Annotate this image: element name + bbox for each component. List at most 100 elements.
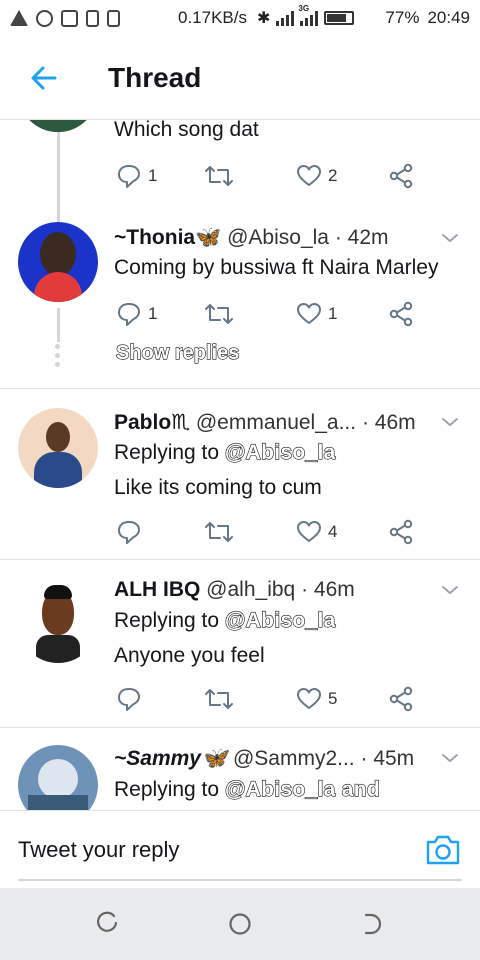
tweet-header: ~Thonia🦋 @Abiso_la · 42m [114, 226, 434, 250]
replying-to: Replying to @Abiso_la [114, 441, 460, 465]
show-replies-link[interactable]: Show replies [115, 341, 240, 365]
heart-icon [297, 303, 321, 324]
mention-link[interactable]: @Abiso_la [224, 441, 336, 465]
replying-prefix: Replying to [114, 609, 220, 632]
reply-icon [118, 521, 140, 544]
back-button[interactable] [20, 54, 68, 102]
input-underline [18, 879, 462, 881]
like-count: 4 [328, 522, 338, 541]
reply-icon [118, 303, 140, 326]
arrow-left-icon [31, 66, 57, 89]
retweet-button[interactable] [204, 300, 234, 328]
like-button[interactable]: 4 [296, 518, 337, 546]
back-nav-icon[interactable] [358, 910, 386, 938]
clock: 20:49 [427, 8, 470, 27]
notification-icons [10, 9, 120, 27]
reply-button[interactable] [116, 685, 142, 713]
home-icon[interactable] [226, 910, 254, 938]
tweet-item[interactable]: Pablo♏ @emmanuel_a... · 46m Replying to … [0, 390, 480, 560]
camera-icon[interactable] [424, 833, 462, 867]
alert-icon [10, 10, 28, 26]
like-count: 2 [328, 166, 338, 185]
reply-input[interactable] [18, 835, 398, 865]
display-name[interactable]: ~Sammy🦋 [114, 747, 227, 770]
tweet-item[interactable]: ALH IBQ @alh_ibq · 46m Replying to @Abis… [0, 561, 480, 728]
share-icon [389, 519, 413, 545]
like-button[interactable]: 1 [296, 300, 337, 328]
page-title: Thread [108, 61, 202, 93]
tweet-time: · 46m [301, 578, 355, 601]
user-handle[interactable]: @emmanuel_a... [196, 411, 356, 434]
like-count: 5 [328, 689, 338, 708]
avatar[interactable] [18, 408, 98, 488]
tweet-header: ~Sammy🦋 @Sammy2... · 45m [114, 747, 434, 771]
signal-icon [276, 10, 295, 26]
mention-link[interactable]: @Abiso_la and [224, 778, 380, 802]
tweet-time: · 42m [334, 226, 389, 249]
display-name[interactable]: Pablo♏ [114, 411, 190, 434]
share-icon [389, 301, 413, 327]
chevron-down-icon[interactable] [440, 228, 460, 248]
tweet-item[interactable]: ~Sammy🦋 @Sammy2... · 45m Replying to @Ab… [0, 729, 480, 810]
avatar[interactable] [18, 120, 98, 132]
tweet-actions: 4 [116, 518, 416, 546]
like-count: 1 [328, 304, 338, 323]
recent-apps-icon[interactable] [94, 910, 122, 938]
app-header: Thread [0, 36, 480, 120]
replying-prefix: Replying to [114, 441, 220, 464]
tweet-item[interactable]: Which song dat 1 2 [0, 120, 480, 272]
user-handle[interactable]: @Abiso_la [227, 226, 329, 249]
retweet-icon [205, 304, 233, 324]
chevron-down-icon[interactable] [440, 412, 460, 432]
avatar[interactable] [18, 583, 98, 663]
share-button[interactable] [388, 685, 414, 713]
share-button[interactable] [388, 300, 414, 328]
tweet-text: Like its coming to cum [114, 476, 322, 499]
bluetooth-icon: ✱ [257, 10, 271, 27]
display-name[interactable]: ALH IBQ [114, 578, 200, 601]
user-handle[interactable]: @Sammy2... [233, 747, 355, 770]
thread-line [57, 308, 60, 342]
status-bar: 0.17KB/s ✱ 3G 77% 20:49 [0, 0, 480, 36]
replying-prefix: Replying to [114, 778, 220, 801]
display-name[interactable]: ~Thonia🦋 [114, 226, 221, 249]
retweet-icon [205, 522, 233, 542]
reply-button[interactable] [116, 518, 142, 546]
replying-to: Replying to @Abiso_la [114, 609, 460, 633]
whatsapp-icon [36, 9, 53, 27]
chevron-down-icon[interactable] [440, 580, 460, 600]
network-speed: 0.17KB/s [178, 8, 247, 27]
tweet-actions: 5 [116, 685, 416, 713]
tweet-time: · 45m [360, 747, 415, 770]
share-button[interactable] [388, 518, 414, 546]
network-type-label: 3G [298, 4, 310, 13]
reply-composer [0, 810, 480, 888]
battery-percent: 77% [385, 8, 420, 27]
mention-link[interactable]: @Abiso_la [224, 609, 336, 633]
replying-to: Replying to @Abiso_la and [114, 778, 460, 802]
reply-button[interactable]: 1 [116, 300, 157, 328]
battery-icon [324, 11, 355, 25]
chevron-down-icon[interactable] [440, 748, 460, 768]
retweet-icon [205, 689, 233, 709]
tweet-item[interactable]: ~Thonia🦋 @Abiso_la · 42m Coming by bussi… [0, 184, 480, 389]
tweet-text: Anyone you feel [114, 644, 265, 667]
thread-feed[interactable]: Which song dat 1 2 ~Thonia� [0, 120, 480, 810]
avatar[interactable] [18, 745, 98, 810]
warning-icon [86, 9, 99, 27]
tweet-text: Which song dat [114, 120, 259, 141]
user-handle[interactable]: @alh_ibq [206, 578, 295, 601]
tweet-actions: 1 1 [116, 300, 416, 328]
image-icon [61, 9, 78, 27]
tweet-time: · 46m [361, 411, 416, 434]
retweet-button[interactable] [204, 685, 234, 713]
heart-icon [297, 521, 321, 542]
reply-count: 1 [148, 166, 158, 185]
system-nav-bar [0, 888, 480, 960]
like-button[interactable]: 5 [296, 685, 337, 713]
signal-3g-icon: 3G [298, 4, 319, 26]
thread-dots [55, 344, 61, 371]
retweet-button[interactable] [204, 518, 234, 546]
avatar[interactable] [18, 222, 98, 302]
heart-icon [297, 688, 321, 709]
